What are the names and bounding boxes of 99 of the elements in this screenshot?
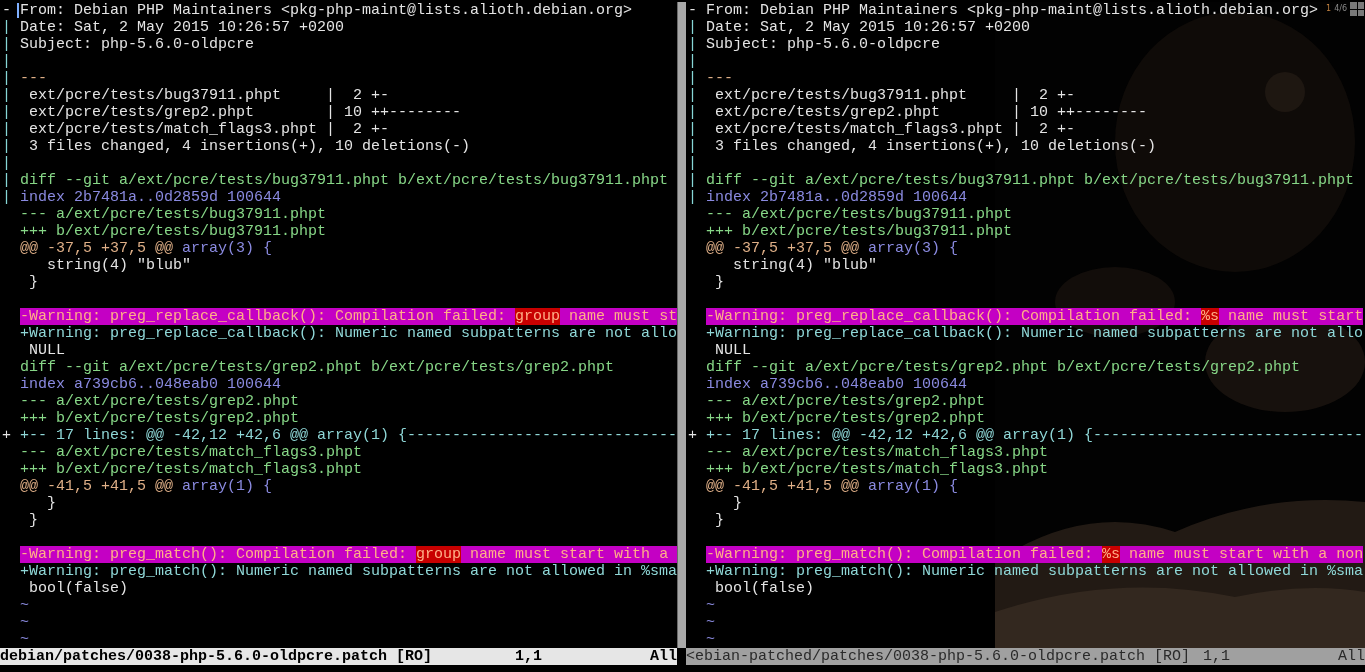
code-line: diff --git a/ext/pcre/tests/bug37911.phpt b/ext/pcre/tests/bug37911.phpt <box>706 172 1355 189</box>
code-line: Date: Sat, 2 May 2015 10:26:57 +0200 <box>706 19 1031 36</box>
code-line: bool(false) <box>28 580 129 597</box>
code-line: } <box>732 495 742 512</box>
workspace-page: 4/6 <box>1334 4 1347 14</box>
fold-marker[interactable]: + <box>688 427 697 444</box>
code-line: +++ b/ext/pcre/tests/bug37911.phpt <box>20 223 327 240</box>
fold-marker[interactable]: | <box>2 155 11 172</box>
code-line: +Warning: preg_match(): Numeric named subpatterns are not allowed in %sma <box>706 563 1364 580</box>
code-line: --- <box>706 70 733 87</box>
fold-marker[interactable]: - <box>688 2 697 19</box>
code-line: ext/pcre/tests/grep2.phpt | 10 ++-------- <box>714 104 1148 121</box>
cursor-position: 1,1 <box>515 648 542 665</box>
folded-lines[interactable]: +-- 17 lines: @@ -42,12 +42,6 @@ array(1) {------------------------------ <box>20 427 677 444</box>
code-line: string(4) "blub" <box>46 257 192 274</box>
code-line: --- a/ext/pcre/tests/match_flags3.phpt <box>20 444 363 461</box>
code-line: index a739cb6..048eab0 100644 <box>20 376 282 393</box>
fold-marker[interactable]: | <box>688 138 697 155</box>
file-name: debian/patches/0038-php-5.6.0-oldpcre.patch [RO] <box>0 648 433 665</box>
fold-marker[interactable]: | <box>2 138 11 155</box>
fold-marker[interactable]: | <box>688 87 697 104</box>
folded-lines[interactable]: +-- 17 lines: @@ -42,12 +42,6 @@ array(1) {------------------------------ <box>706 427 1364 444</box>
fold-marker[interactable]: | <box>2 53 11 70</box>
code-line: Subject: php-5.6.0-oldpcre <box>706 36 941 53</box>
scroll-position: All <box>1338 648 1365 665</box>
code-line: ext/pcre/tests/match_flags3.phpt | 2 +- <box>28 121 390 138</box>
code-line: ext/pcre/tests/bug37911.phpt | 2 +- <box>28 87 390 104</box>
code-line: +Warning: preg_match(): Numeric named subpatterns are not allowed in %sma <box>20 563 677 580</box>
code-line: string(4) "blub" <box>732 257 878 274</box>
code-line: +++ b/ext/pcre/tests/grep2.phpt <box>706 410 986 427</box>
grid-icon[interactable] <box>1350 2 1364 16</box>
fold-marker[interactable]: | <box>688 121 697 138</box>
code-line: diff --git a/ext/pcre/tests/bug37911.phpt b/ext/pcre/tests/bug37911.phpt <box>20 172 669 189</box>
code-line: index a739cb6..048eab0 100644 <box>706 376 968 393</box>
code-line: --- a/ext/pcre/tests/bug37911.phpt <box>20 206 327 223</box>
code-line: From: Debian PHP Maintainers <pkg-php-maint@lists.alioth.debian.org> <box>706 2 1319 19</box>
code-line: } <box>46 495 56 512</box>
code-line: 3 files changed, 4 insertions(+), 10 deletions(-) <box>28 138 471 155</box>
code-line: index 2b7481a..0d2859d 100644 <box>20 189 282 206</box>
code-line: NULL <box>714 342 751 359</box>
fold-marker[interactable]: | <box>2 121 11 138</box>
code-line: @@ -37,5 +37,5 @@ array(3) { <box>706 240 959 257</box>
code-line: } <box>714 274 724 291</box>
code-line: ext/pcre/tests/match_flags3.phpt | 2 +- <box>714 121 1076 138</box>
code-line: } <box>714 512 724 529</box>
file-name: <ebian-patched/patches/0038-php-5.6.0-oldpcre.patch [RO] <box>686 648 1191 665</box>
empty-line-marker: ~ <box>20 597 29 614</box>
code-line: diff --git a/ext/pcre/tests/grep2.phpt b/ext/pcre/tests/grep2.phpt <box>706 359 1301 376</box>
code-line: ext/pcre/tests/grep2.phpt | 10 ++-------- <box>28 104 462 121</box>
code-line: diff --git a/ext/pcre/tests/grep2.phpt b/ext/pcre/tests/grep2.phpt <box>20 359 615 376</box>
code-line: --- a/ext/pcre/tests/grep2.phpt <box>706 393 986 410</box>
empty-line-marker: ~ <box>20 614 29 631</box>
code-line: 3 files changed, 4 insertions(+), 10 deletions(-) <box>714 138 1157 155</box>
fold-marker[interactable]: | <box>2 104 11 121</box>
fold-marker[interactable]: - <box>2 2 11 19</box>
workspace-count: 1 <box>1326 4 1332 14</box>
fold-marker[interactable]: | <box>688 36 697 53</box>
code-line: @@ -41,5 +41,5 @@ array(1) { <box>706 478 959 495</box>
empty-line-marker: ~ <box>706 631 715 648</box>
code-line: +++ b/ext/pcre/tests/bug37911.phpt <box>706 223 1013 240</box>
fold-marker[interactable]: | <box>2 70 11 87</box>
code-line: +Warning: preg_replace_callback(): Numeric named subpatterns are not allo <box>20 325 677 342</box>
fold-marker[interactable]: | <box>2 87 11 104</box>
fold-marker[interactable]: | <box>688 172 697 189</box>
code-line: --- a/ext/pcre/tests/bug37911.phpt <box>706 206 1013 223</box>
code-line: @@ -37,5 +37,5 @@ array(3) { <box>20 240 273 257</box>
code-line: NULL <box>28 342 65 359</box>
code-line: Subject: php-5.6.0-oldpcre <box>20 36 255 53</box>
code-line: Date: Sat, 2 May 2015 10:26:57 +0200 <box>20 19 345 36</box>
scroll-position: All <box>650 648 677 665</box>
code-line: @@ -41,5 +41,5 @@ array(1) { <box>20 478 273 495</box>
empty-line-marker: ~ <box>20 631 29 648</box>
empty-line-marker: ~ <box>706 614 715 631</box>
code-line: +Warning: preg_replace_callback(): Numeric named subpatterns are not allo <box>706 325 1364 342</box>
fold-marker[interactable]: | <box>688 104 697 121</box>
fold-marker[interactable]: | <box>688 19 697 36</box>
empty-line-marker: ~ <box>706 597 715 614</box>
fold-marker[interactable]: | <box>2 189 11 206</box>
code-line: --- a/ext/pcre/tests/match_flags3.phpt <box>706 444 1049 461</box>
code-line: +++ b/ext/pcre/tests/match_flags3.phpt <box>706 461 1049 478</box>
fold-marker[interactable]: | <box>688 155 697 172</box>
fold-marker[interactable]: + <box>2 427 11 444</box>
fold-marker[interactable]: | <box>688 189 697 206</box>
code-line: } <box>28 512 38 529</box>
code-line: +++ b/ext/pcre/tests/grep2.phpt <box>20 410 300 427</box>
code-line: ext/pcre/tests/bug37911.phpt | 2 +- <box>714 87 1076 104</box>
code-line: From: Debian PHP Maintainers <pkg-php-maint@lists.alioth.debian.org> <box>20 2 633 19</box>
cursor-position: 1,1 <box>1203 648 1230 665</box>
code-line: } <box>28 274 38 291</box>
fold-marker[interactable]: | <box>2 19 11 36</box>
code-line: index 2b7481a..0d2859d 100644 <box>706 189 968 206</box>
code-line: --- <box>20 70 47 87</box>
code-line: --- a/ext/pcre/tests/grep2.phpt <box>20 393 300 410</box>
fold-marker[interactable]: | <box>688 53 697 70</box>
fold-marker[interactable]: | <box>2 172 11 189</box>
fold-marker[interactable]: | <box>2 36 11 53</box>
fold-marker[interactable]: | <box>688 70 697 87</box>
code-line: +++ b/ext/pcre/tests/match_flags3.phpt <box>20 461 363 478</box>
code-line: bool(false) <box>714 580 815 597</box>
